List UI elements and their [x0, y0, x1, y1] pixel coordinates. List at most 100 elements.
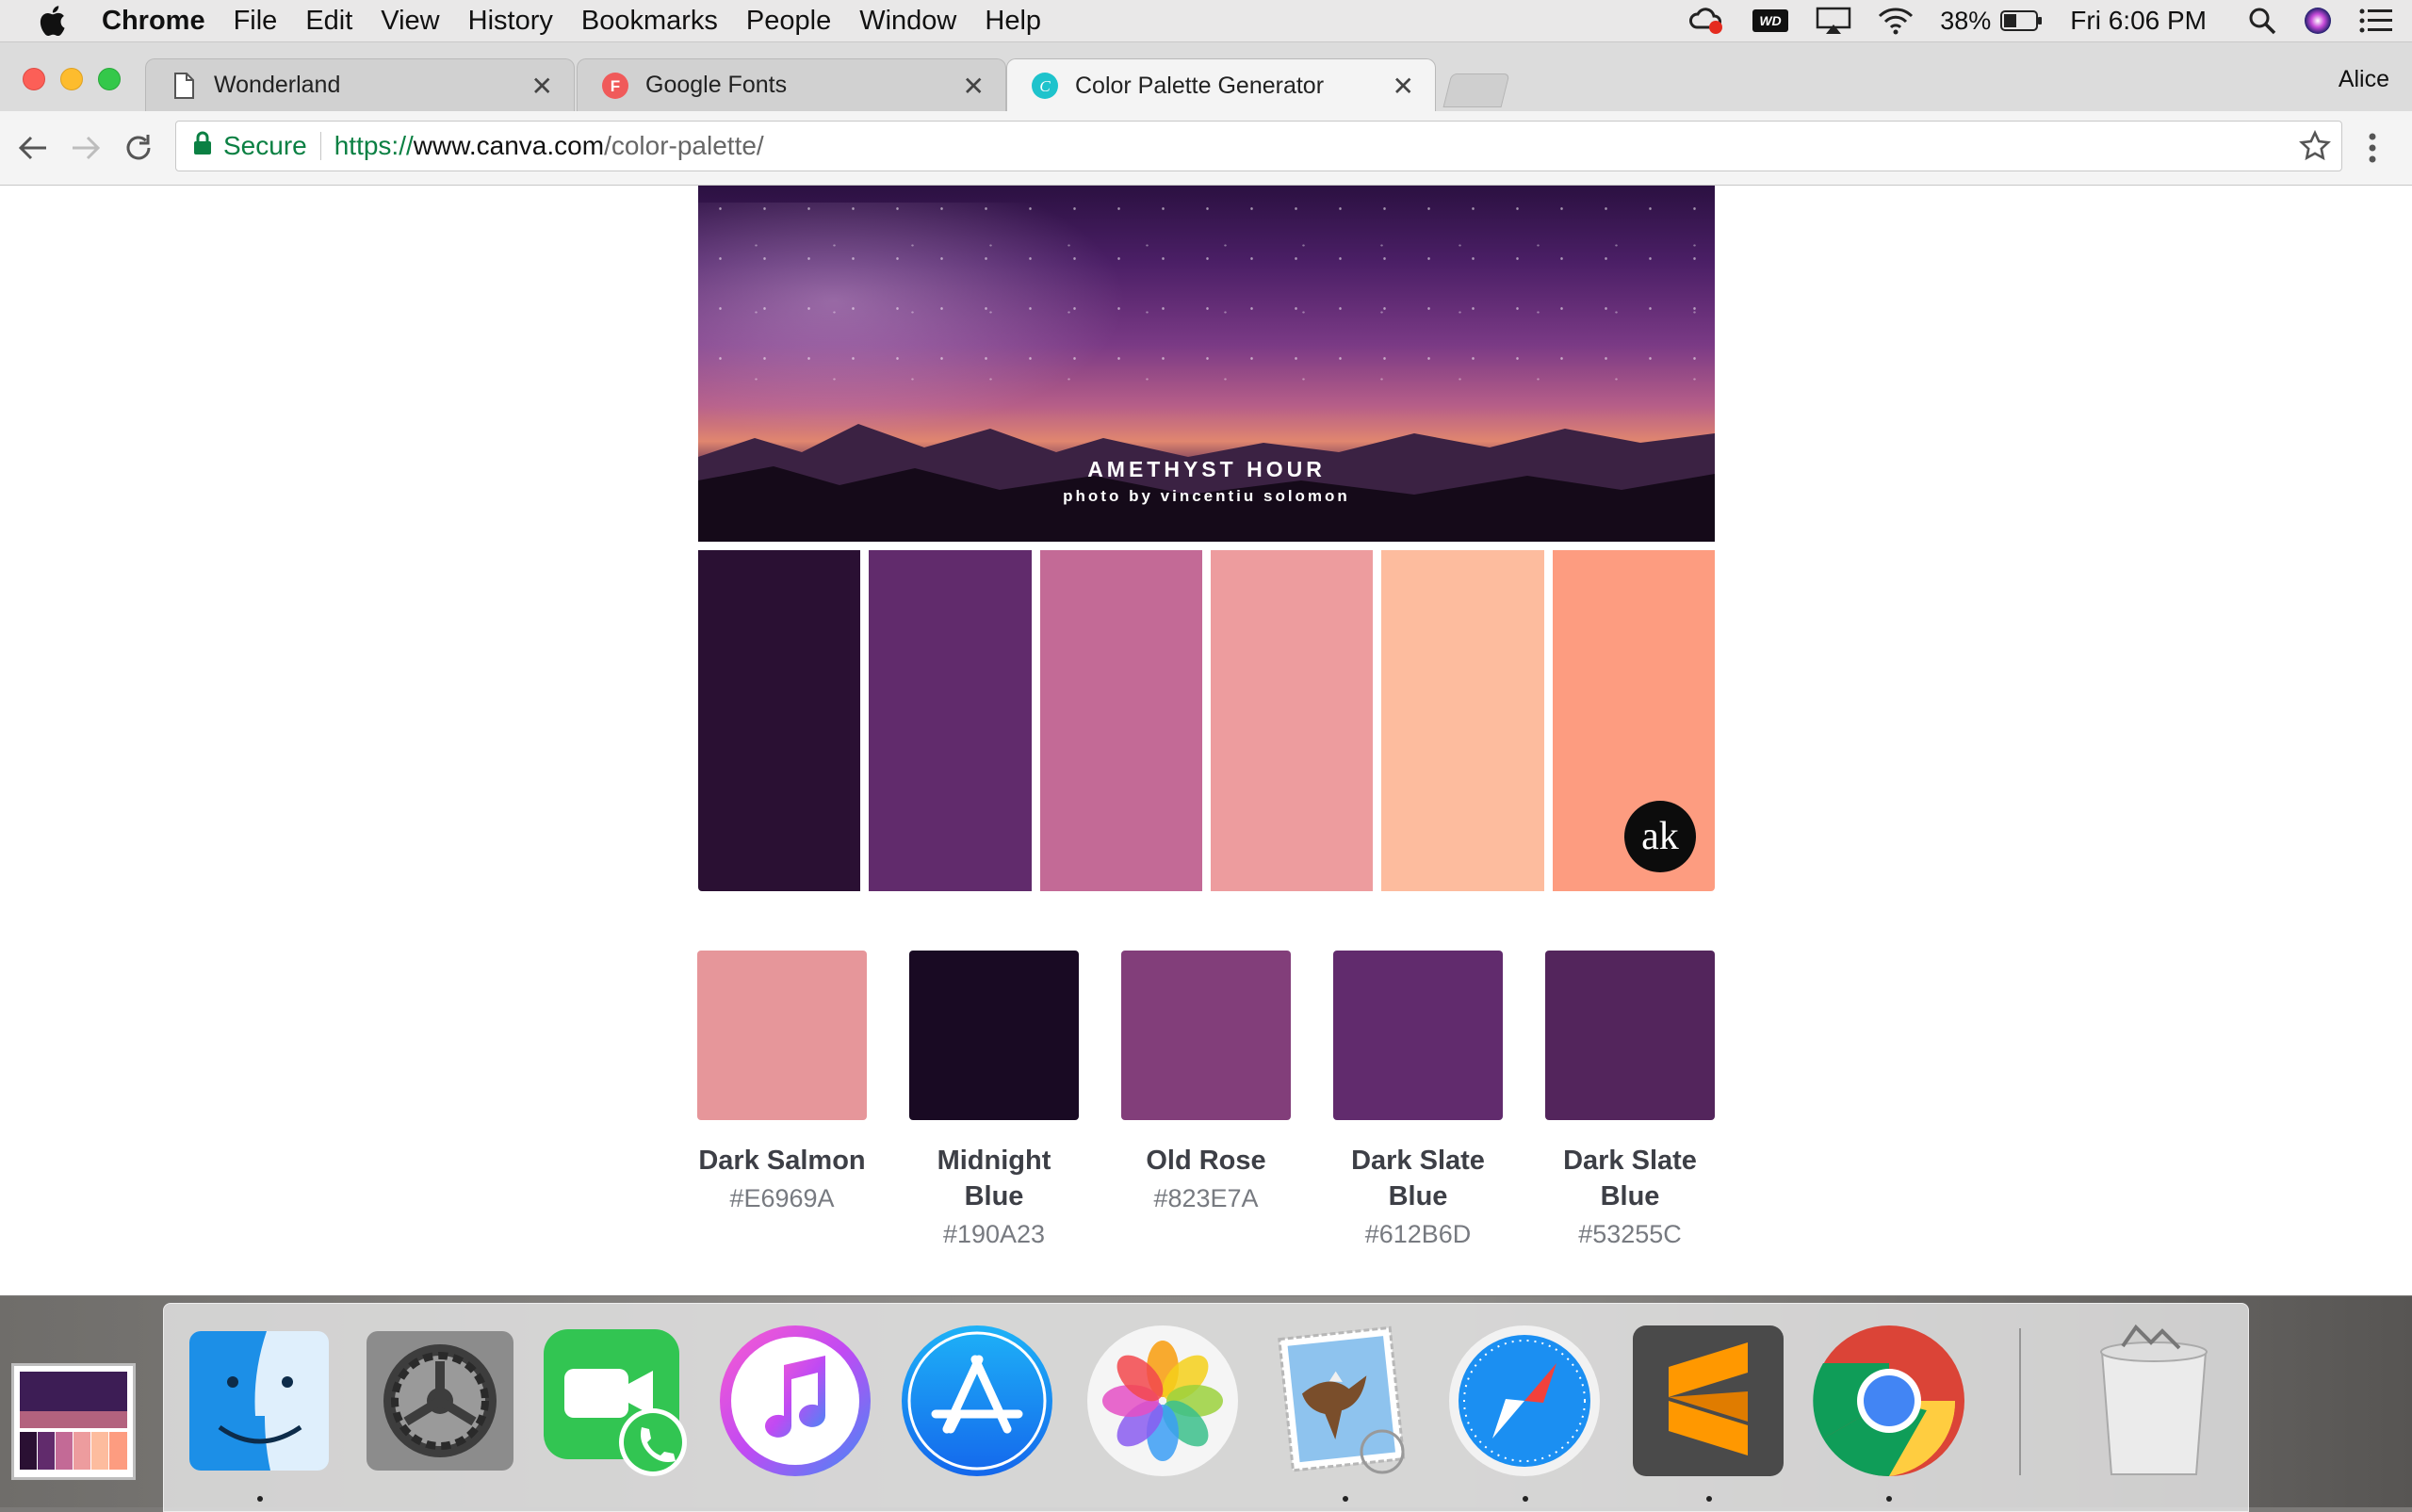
tab-google-fonts[interactable]: F Google Fonts ✕: [577, 58, 1006, 111]
swatch-hex[interactable]: #E6969A: [697, 1180, 867, 1216]
swatch-chip[interactable]: [1545, 951, 1715, 1120]
document-icon: [171, 72, 197, 99]
reload-icon[interactable]: [121, 130, 156, 166]
back-icon[interactable]: [15, 130, 51, 166]
system-preferences-icon[interactable]: [363, 1324, 517, 1478]
url-host: www.canva.com: [413, 131, 605, 160]
running-indicator: [257, 1496, 263, 1502]
trash-icon[interactable]: [2077, 1324, 2231, 1478]
app-store-icon[interactable]: [900, 1324, 1054, 1478]
swatch-card[interactable]: Old Rose #823E7A: [1121, 951, 1291, 1216]
tab-color-palette-generator[interactable]: C Color Palette Generator ✕: [1006, 58, 1436, 112]
bookmark-star-icon[interactable]: [2299, 129, 2331, 167]
swatch-name: Dark Slate Blue: [1351, 1146, 1485, 1211]
forward-icon[interactable]: [68, 130, 104, 166]
running-indicator: [1706, 1496, 1712, 1502]
menu-view[interactable]: View: [381, 6, 439, 37]
swatch-card[interactable]: Dark Salmon #E6969A: [697, 951, 867, 1216]
address-bar[interactable]: Secure https://www.canva.com/color-palet…: [175, 121, 2342, 171]
menu-people[interactable]: People: [746, 6, 831, 37]
omnibox-divider: [319, 132, 321, 160]
svg-text:C: C: [1039, 77, 1051, 95]
battery-percent[interactable]: 38%: [1940, 7, 1991, 36]
running-indicator: [1523, 1496, 1528, 1502]
photos-icon[interactable]: [1085, 1324, 1240, 1478]
dock-divider: [2019, 1328, 2021, 1475]
swatch-card[interactable]: Dark Slate Blue #612B6D: [1333, 951, 1503, 1252]
notification-center-icon[interactable]: [2359, 8, 2393, 34]
tab-title: Color Palette Generator: [1075, 72, 1325, 99]
tab-title: Wonderland: [214, 72, 341, 98]
swatch-hex[interactable]: #190A23: [909, 1216, 1079, 1252]
palette-stripe: [1381, 550, 1544, 891]
swatch-name: Midnight Blue: [937, 1146, 1051, 1211]
menu-window[interactable]: Window: [859, 6, 956, 37]
palette-stripe: [698, 550, 861, 891]
color-swatches: Dark Salmon #E6969A Midnight Blue #190A2…: [697, 951, 1717, 1271]
facetime-icon[interactable]: [540, 1324, 694, 1478]
wd-icon[interactable]: WD: [1752, 8, 1789, 33]
battery-icon[interactable]: [2000, 9, 2044, 32]
secure-label: Secure: [223, 131, 307, 160]
swatch-name: Old Rose: [1146, 1146, 1266, 1176]
close-icon[interactable]: ✕: [963, 71, 985, 102]
lock-icon: [193, 131, 212, 162]
running-indicator: [1886, 1496, 1892, 1502]
profile-name[interactable]: Alice: [2339, 66, 2389, 93]
menu-file[interactable]: File: [234, 6, 278, 37]
menu-history[interactable]: History: [468, 6, 553, 37]
finder-icon[interactable]: [182, 1324, 336, 1478]
new-tab-button[interactable]: [1442, 73, 1510, 107]
siri-icon[interactable]: [2303, 6, 2333, 36]
url-scheme: https://: [334, 131, 414, 160]
menu-app-name[interactable]: Chrome: [102, 6, 205, 37]
menu-bookmarks[interactable]: Bookmarks: [581, 6, 718, 37]
page-content: AMETHYST HOUR photo by vincentiu solomon…: [0, 186, 2412, 1295]
photo-palette-strip: ak: [698, 550, 1715, 891]
palette-stripe: [1210, 550, 1374, 891]
google-fonts-icon: F: [602, 72, 628, 99]
creative-cloud-icon[interactable]: [1687, 7, 1725, 35]
swatch-hex[interactable]: #53255C: [1545, 1216, 1715, 1252]
palette-photo: AMETHYST HOUR photo by vincentiu solomon: [698, 186, 1715, 542]
screenshot-thumbnail[interactable]: [11, 1363, 136, 1480]
window-minimize-button[interactable]: [60, 68, 83, 90]
menu-help[interactable]: Help: [985, 6, 1041, 37]
menu-bar: Chrome File Edit View History Bookmarks …: [0, 0, 2412, 42]
close-icon[interactable]: ✕: [1393, 71, 1414, 102]
url-path: /color-palette/: [604, 131, 764, 160]
sublime-text-icon[interactable]: [1631, 1324, 1785, 1478]
ak-watermark-logo: ak: [1623, 801, 1696, 872]
swatch-chip[interactable]: [909, 951, 1079, 1120]
palette-stripe: ak: [1552, 550, 1715, 891]
palette-stripe: [1039, 550, 1202, 891]
wifi-icon[interactable]: [1878, 7, 1914, 35]
swatch-hex[interactable]: #612B6D: [1333, 1216, 1503, 1252]
swatch-chip[interactable]: [1333, 951, 1503, 1120]
apple-menu-icon[interactable]: [36, 4, 68, 38]
swatch-chip[interactable]: [697, 951, 867, 1120]
menu-clock[interactable]: Fri 6:06 PM: [2070, 6, 2207, 36]
safari-icon[interactable]: [1447, 1324, 1602, 1478]
photo-title: AMETHYST HOUR: [1087, 457, 1326, 481]
canva-icon: C: [1032, 73, 1058, 99]
chrome-icon[interactable]: [1812, 1324, 1966, 1478]
itunes-icon[interactable]: [718, 1324, 872, 1478]
swatch-card[interactable]: Midnight Blue #190A23: [909, 951, 1079, 1252]
chrome-menu-icon[interactable]: [2367, 132, 2378, 169]
swatch-hex[interactable]: #823E7A: [1121, 1180, 1291, 1216]
photo-credit: photo by vincentiu solomon: [1063, 487, 1350, 505]
tab-wonderland[interactable]: Wonderland ✕: [145, 58, 575, 111]
swatch-card[interactable]: Dark Slate Blue #53255C: [1545, 951, 1715, 1252]
airplay-icon[interactable]: [1816, 7, 1851, 35]
window-zoom-button[interactable]: [98, 68, 121, 90]
svg-text:WD: WD: [1760, 13, 1782, 28]
close-icon[interactable]: ✕: [531, 71, 553, 102]
swatch-chip[interactable]: [1121, 951, 1291, 1120]
running-indicator: [1343, 1496, 1348, 1502]
spotlight-icon[interactable]: [2248, 7, 2276, 35]
menu-edit[interactable]: Edit: [305, 6, 352, 37]
swatch-name: Dark Slate Blue: [1563, 1146, 1697, 1211]
window-close-button[interactable]: [23, 68, 45, 90]
mail-icon[interactable]: [1265, 1324, 1420, 1478]
